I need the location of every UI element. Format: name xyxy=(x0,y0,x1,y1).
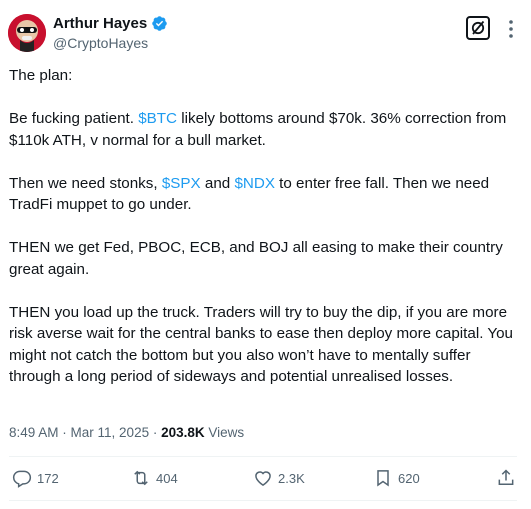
heart-icon xyxy=(255,471,271,486)
cashtag-ndx-link[interactable]: $NDX xyxy=(234,175,275,192)
reply-count: 172 xyxy=(37,470,59,486)
grok-icon xyxy=(471,20,485,35)
share-icon xyxy=(498,469,514,485)
cashtag-btc-link[interactable]: $BTC xyxy=(138,110,177,127)
divider xyxy=(9,456,517,457)
like-button[interactable]: 2.3K xyxy=(253,468,305,488)
reply-icon xyxy=(12,470,32,488)
repost-icon xyxy=(134,470,148,486)
tweet-text: The plan: Be fucking patient. $BTC likel… xyxy=(9,65,521,409)
tweet-paragraph: THEN we get Fed, PBOC, ECB, and BOJ all … xyxy=(9,239,503,278)
cashtag-spx-link[interactable]: $SPX xyxy=(162,175,201,192)
author-handle[interactable]: @CryptoHayes xyxy=(53,35,148,51)
views-count: 203.8K xyxy=(161,425,205,440)
text-run: and xyxy=(200,174,235,192)
tweet-paragraph: THEN you load up the truck. Traders will… xyxy=(9,303,514,386)
tweet-meta: 8:49 AM · Mar 11, 2025 · 203.8K Views xyxy=(9,425,244,440)
tweet-date[interactable]: Mar 11, 2025 xyxy=(71,425,150,440)
bookmark-button[interactable]: 620 xyxy=(373,468,420,488)
more-options-icon[interactable] xyxy=(500,16,522,44)
action-bar: 172 404 2.3K 620 xyxy=(0,468,531,492)
text-run: Be fucking patient. xyxy=(9,110,139,127)
like-count: 2.3K xyxy=(278,470,305,486)
author-display-name[interactable]: Arthur Hayes xyxy=(53,15,147,32)
avatar[interactable] xyxy=(8,14,46,52)
share-button[interactable] xyxy=(496,468,521,488)
divider xyxy=(9,500,517,501)
tweet-paragraph: Be fucking patient. $BTC likely bottoms … xyxy=(9,108,521,151)
reply-button[interactable]: 172 xyxy=(12,468,59,488)
bookmark-count: 620 xyxy=(398,470,420,486)
grok-button[interactable] xyxy=(466,16,490,40)
text-run: Then we need stonks, xyxy=(9,174,162,192)
tweet-paragraph: Then we need stonks, $SPX and $NDX to en… xyxy=(9,173,521,216)
repost-button[interactable]: 404 xyxy=(131,468,178,488)
verified-badge-icon xyxy=(152,16,167,31)
tweet-time[interactable]: 8:49 AM xyxy=(9,425,59,440)
tweet-paragraph: The plan: xyxy=(9,67,73,84)
repost-count: 404 xyxy=(156,470,178,486)
meta-separator: · xyxy=(149,425,162,440)
meta-separator: · xyxy=(58,425,71,440)
views-label: Views xyxy=(204,425,245,440)
avatar-image xyxy=(8,14,46,52)
bookmark-icon xyxy=(377,470,389,487)
author-name-row[interactable]: Arthur Hayes xyxy=(53,15,168,32)
